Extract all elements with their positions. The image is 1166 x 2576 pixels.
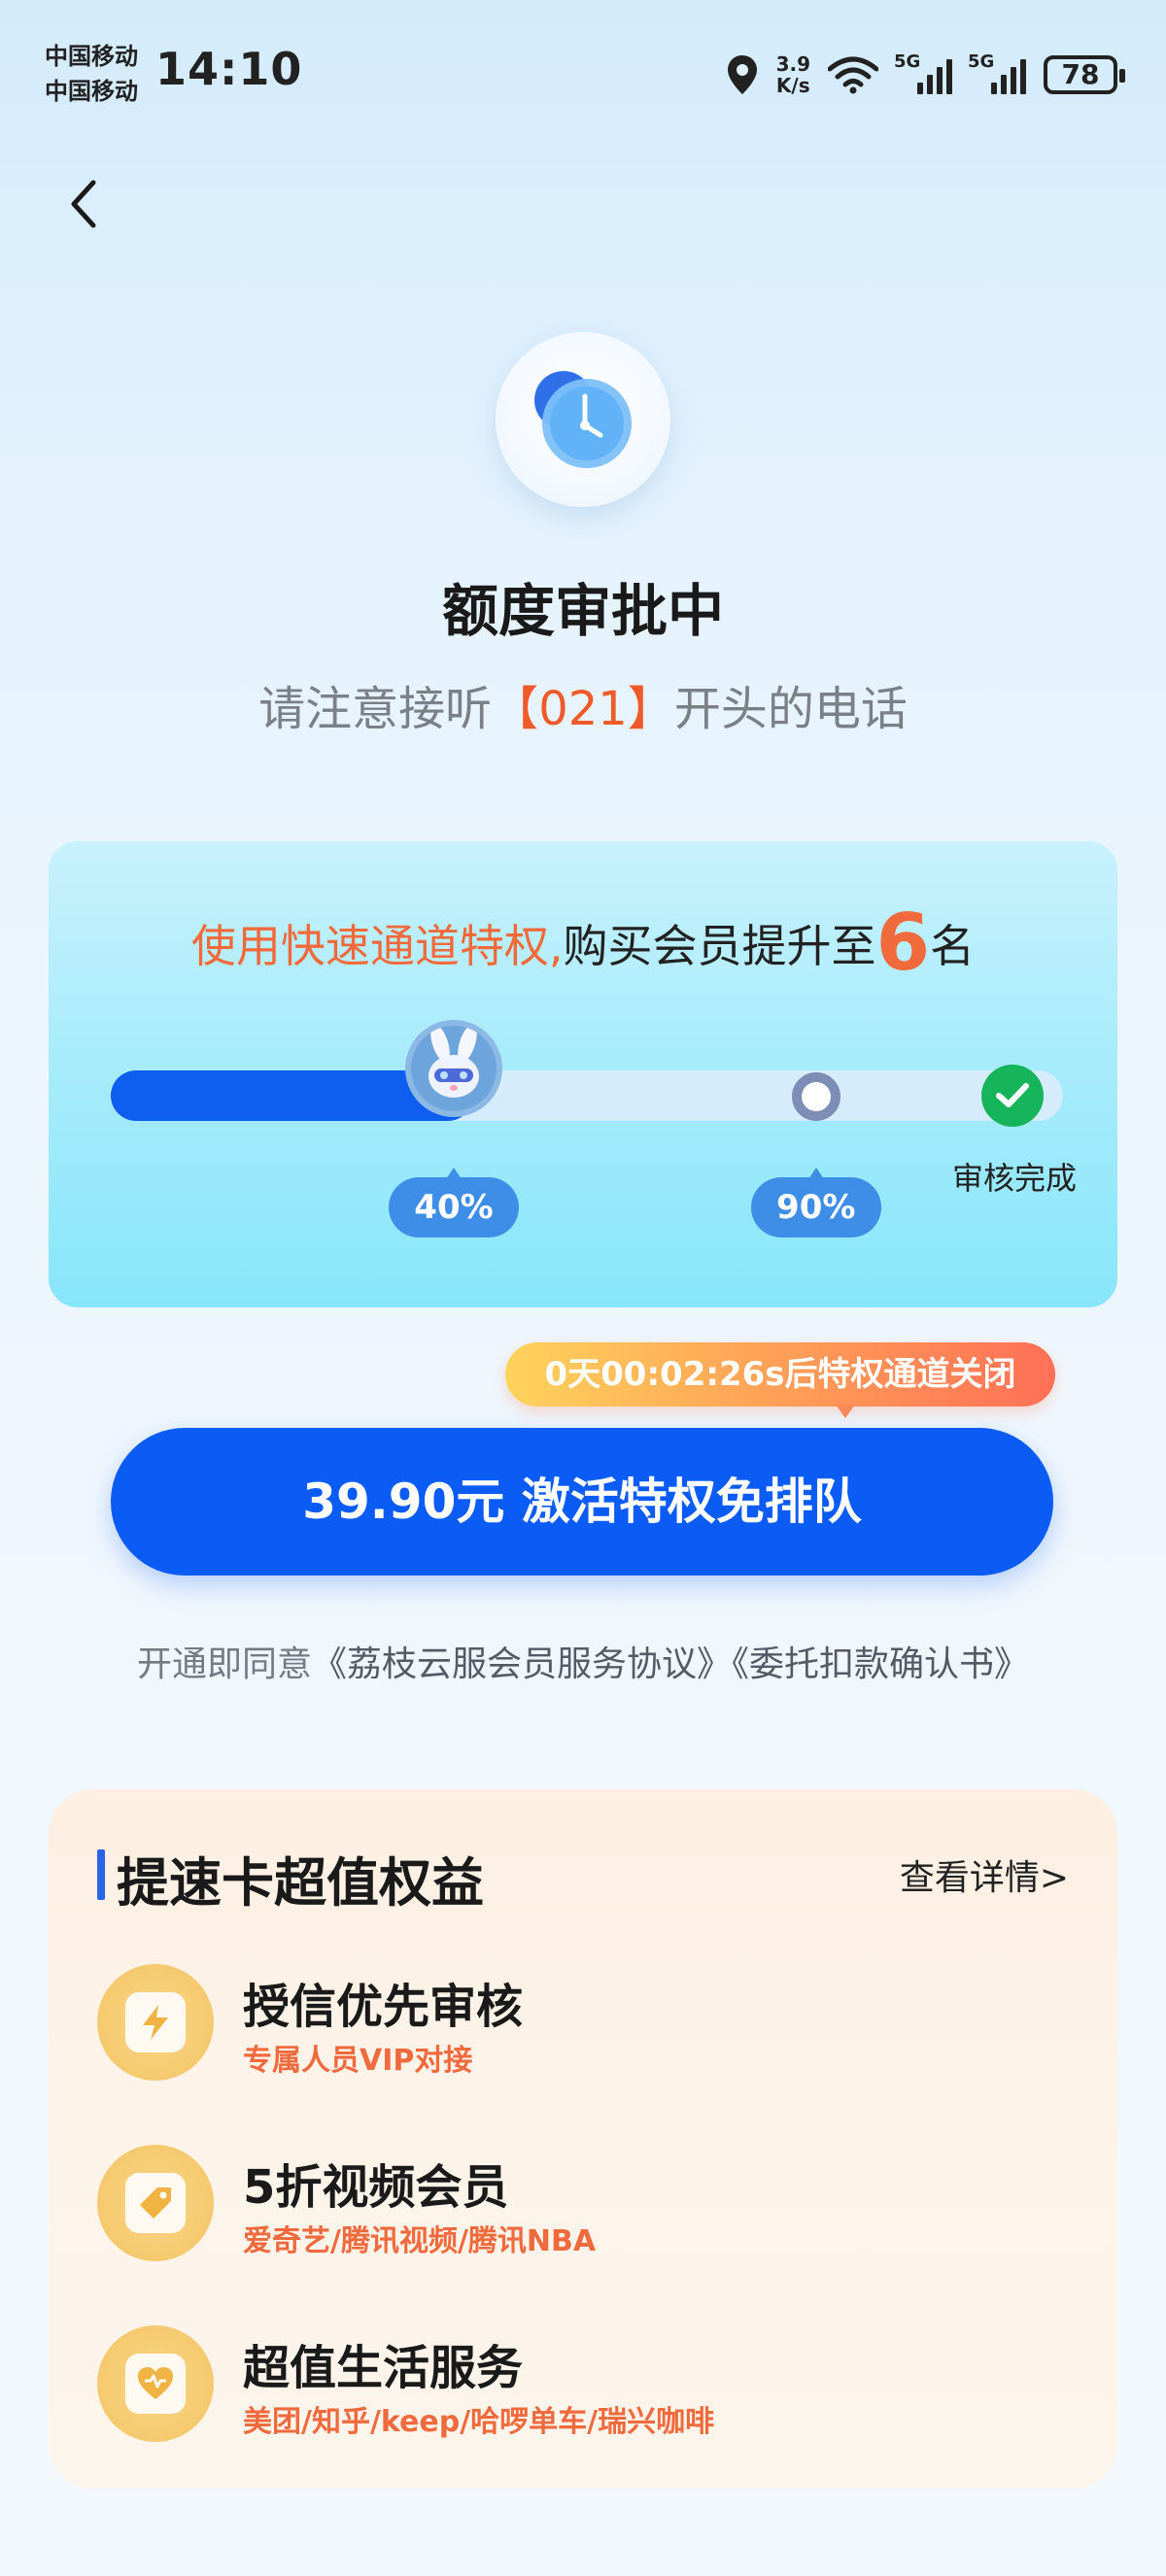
status-icons: 3.9 K/s 5G 5G 78 <box>726 51 1125 99</box>
back-button[interactable] <box>54 175 113 233</box>
signal-icon-1: 5G <box>894 51 952 94</box>
benefits-title: 提速卡超值权益 <box>117 1852 484 1914</box>
page-title: 额度审批中 <box>441 578 724 644</box>
target-progress-dot <box>791 1072 840 1121</box>
rabbit-mascot-icon <box>429 1026 479 1098</box>
status-bar: 中国移动 中国移动 14:10 3.9 K/s 5G 5G 78 <box>0 0 1166 146</box>
benefit-name: 5折视频会员 <box>243 2160 509 2215</box>
net-speed-unit: K/s <box>775 74 810 97</box>
location-icon <box>727 55 757 94</box>
net-speed-value: 3.9 <box>775 52 810 76</box>
chevron-left-icon <box>71 180 96 228</box>
tag-icon <box>140 2187 171 2219</box>
wifi-icon <box>828 56 878 94</box>
lightning-icon <box>143 2005 168 2040</box>
mascot-progress-marker <box>405 1020 502 1117</box>
phone-notice: 请注意接听【021】开头的电话 <box>0 670 1166 738</box>
carrier-labels: 中国移动 中国移动 <box>45 39 138 109</box>
status-illustration <box>496 332 670 507</box>
phone-notice-suffix: 开头的电话 <box>673 682 908 736</box>
benefit-icon-badge <box>97 2325 214 2442</box>
agreement-text: 开通即同意《荔枝云服会员服务协议》《委托扣款确认书》 <box>0 1636 1166 1686</box>
benefit-item: 授信优先审核 专属人员VIP对接 <box>97 1954 1069 2090</box>
countdown-bubble: 0天00:02:26s后特权通道关闭 <box>505 1342 1055 1418</box>
phone-prefix-number: 【021】 <box>492 682 674 736</box>
carrier-2: 中国移动 <box>45 78 138 105</box>
status-time: 14:10 <box>155 43 303 95</box>
rank-unit: 名 <box>930 920 976 972</box>
benefit-name: 授信优先审核 <box>243 1980 524 2034</box>
view-details-link[interactable]: 查看详情> <box>900 1849 1069 1900</box>
target-progress-badge: 90% <box>750 1168 881 1237</box>
benefit-icon-badge <box>97 1964 214 2081</box>
benefit-item: 5折视频会员 爱奇艺/腾讯视频/腾讯NBA <box>97 2135 1069 2271</box>
benefit-desc: 美团/知乎/keep/哈啰单车/瑞兴咖啡 <box>243 2405 715 2439</box>
membership-agreement-link[interactable]: 《荔枝云服会员服务协议》 <box>312 1644 732 1684</box>
queue-progress-card: 使用快速通道特权,购买会员提升至6名 审核完成 40% 90% <box>49 841 1117 1307</box>
agreement-prefix: 开通即同意 <box>136 1644 312 1684</box>
network-type-2: 5G <box>968 51 995 72</box>
net-speed: 3.9 K/s <box>776 53 810 96</box>
current-progress-badge: 40% <box>389 1168 519 1237</box>
carrier-1: 中国移动 <box>45 43 138 70</box>
battery-icon: 78 <box>1044 55 1125 94</box>
review-complete-check-icon <box>981 1065 1044 1127</box>
rank-number: 6 <box>875 898 931 988</box>
activate-privilege-button[interactable]: 39.90元 激活特权免排队 <box>111 1428 1053 1576</box>
fast-track-promo: 使用快速通道特权,购买会员提升至6名 <box>49 898 1117 988</box>
benefit-name: 超值生活服务 <box>243 2341 524 2395</box>
signal-icon-2: 5G <box>968 51 1026 94</box>
debit-authorization-link[interactable]: 《委托扣款确认书》 <box>732 1644 1029 1684</box>
clock-icon <box>534 371 632 468</box>
title-accent-bar <box>97 1849 105 1900</box>
progress-track <box>111 1070 1063 1121</box>
promo-highlight: 使用快速通道特权, <box>190 920 564 972</box>
benefits-card: 提速卡超值权益 查看详情> 授信优先审核 专属人员VIP对接 5折视频会员 爱奇… <box>49 1789 1117 2489</box>
benefit-item: 超值生活服务 美团/知乎/keep/哈啰单车/瑞兴咖啡 <box>97 2316 1069 2452</box>
promo-text: 购买会员提升至 <box>563 920 876 972</box>
benefit-desc: 专属人员VIP对接 <box>243 2044 473 2078</box>
network-type-1: 5G <box>894 51 921 72</box>
benefit-icon-badge <box>97 2145 214 2261</box>
heart-icon <box>138 2367 173 2399</box>
benefit-desc: 爱奇艺/腾讯视频/腾讯NBA <box>243 2224 597 2258</box>
phone-notice-prefix: 请注意接听 <box>258 682 493 736</box>
review-complete-label: 审核完成 <box>951 1160 1077 1197</box>
